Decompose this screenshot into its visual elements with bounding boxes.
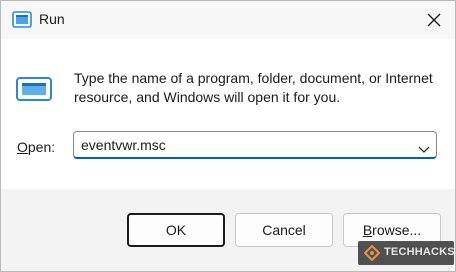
browse-accelerator: B bbox=[362, 222, 373, 238]
cancel-button[interactable]: Cancel bbox=[235, 213, 333, 247]
run-dialog: Run Type the name of a program, folder, … bbox=[0, 0, 456, 272]
close-icon bbox=[427, 13, 441, 27]
run-icon bbox=[15, 76, 55, 104]
open-label: Open: bbox=[17, 139, 55, 155]
window-title: Run bbox=[39, 11, 65, 27]
watermark-logo-icon bbox=[363, 244, 381, 266]
run-icon bbox=[12, 11, 32, 29]
dialog-body: Type the name of a program, folder, docu… bbox=[1, 39, 455, 189]
browse-label: rowse... bbox=[372, 222, 422, 238]
instruction-text: Type the name of a program, folder, docu… bbox=[74, 70, 433, 105]
title-bar[interactable]: Run bbox=[1, 1, 455, 39]
open-label-text: pen: bbox=[27, 139, 56, 155]
open-label-accelerator: O bbox=[17, 139, 28, 155]
watermark: TECHHACKS bbox=[358, 241, 455, 266]
watermark-text: TECHHACKS bbox=[384, 246, 455, 258]
ok-button[interactable]: OK bbox=[127, 213, 225, 247]
chevron-down-icon[interactable] bbox=[418, 141, 430, 159]
open-combobox[interactable]: eventvwr.msc bbox=[73, 131, 437, 159]
open-input[interactable]: eventvwr.msc bbox=[81, 137, 166, 153]
close-button[interactable] bbox=[419, 5, 449, 35]
